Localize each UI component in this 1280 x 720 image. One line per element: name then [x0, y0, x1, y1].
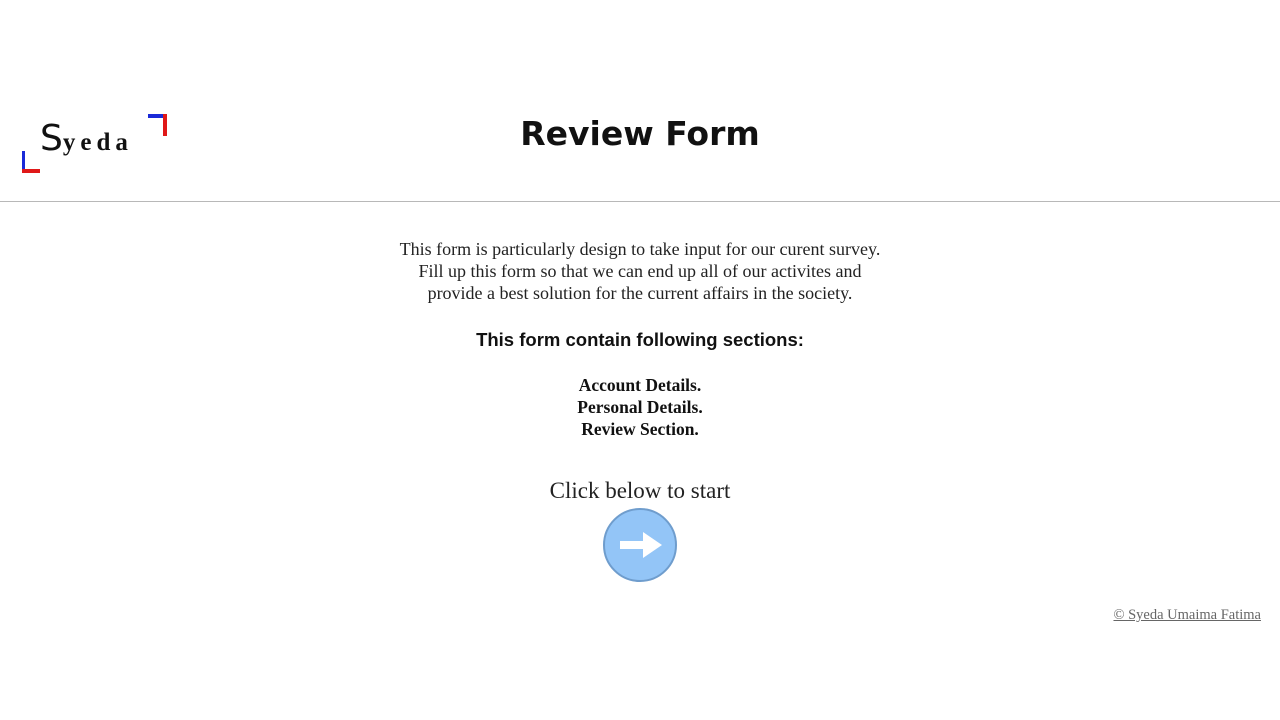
- section-list: Account Details. Personal Details. Revie…: [0, 374, 1280, 440]
- copyright-link[interactable]: © Syeda Umaima Fatima: [1113, 607, 1261, 624]
- section-item-personal-details: Personal Details.: [577, 397, 703, 417]
- logo-bracket-bottom-left-horizontal: [22, 169, 40, 173]
- intro-line: Fill up this form so that we can end up …: [418, 261, 862, 281]
- right-arrow-icon: [620, 532, 662, 558]
- sections-heading: This form contain following sections:: [476, 329, 804, 350]
- start-button[interactable]: [603, 508, 677, 582]
- intro-line: provide a best solution for the current …: [427, 283, 853, 303]
- intro-line: This form is particularly design to take…: [399, 239, 881, 259]
- section-item-account-details: Account Details.: [578, 375, 702, 395]
- page-title: Review Form: [520, 114, 760, 153]
- header: Syeda Review Form: [0, 0, 1280, 202]
- start-prompt: Click below to start: [549, 478, 731, 503]
- section-item-review-section: Review Section.: [581, 419, 699, 439]
- main-content: This form is particularly design to take…: [0, 238, 1280, 582]
- page: Syeda Review Form This form is particula…: [0, 0, 1280, 720]
- intro-text: This form is particularly design to take…: [0, 238, 1280, 304]
